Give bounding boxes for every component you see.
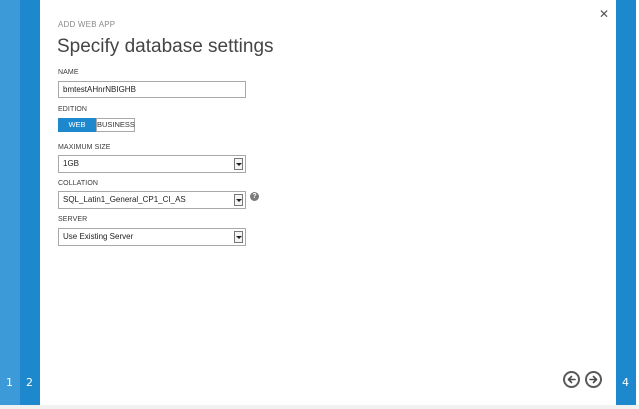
breadcrumb: ADD WEB APP — [58, 20, 116, 29]
name-field[interactable]: bmtestAHnrNBIGHB — [58, 81, 246, 98]
collation-select[interactable]: SQL_Latin1_General_CP1_CI_AS — [58, 191, 246, 209]
name-label: NAME — [58, 69, 79, 76]
step-number-4: 4 — [622, 376, 629, 389]
maximum-size-select[interactable]: 1GB — [58, 155, 246, 173]
collation-value: SQL_Latin1_General_CP1_CI_AS — [63, 195, 186, 204]
wizard-step-2-bar[interactable]: 2 — [20, 0, 40, 405]
maximum-size-value: 1GB — [63, 159, 80, 168]
collation-label: COLLATION — [58, 180, 99, 187]
server-select[interactable]: Use Existing Server — [58, 228, 246, 246]
maximum-size-label: MAXIMUM SIZE — [58, 144, 111, 151]
back-button[interactable] — [563, 371, 580, 388]
wizard-step-1-bar[interactable]: 1 — [0, 0, 20, 405]
step-number-1: 1 — [6, 376, 13, 389]
question-icon[interactable]: ? — [250, 192, 259, 201]
dropdown-arrow-icon[interactable] — [234, 231, 243, 243]
edition-web-button[interactable]: WEB — [58, 118, 96, 132]
edition-label: EDITION — [58, 106, 88, 113]
arrow-right-icon — [589, 375, 598, 384]
dropdown-arrow-icon[interactable] — [234, 194, 243, 206]
step-number-2: 2 — [26, 376, 33, 389]
server-label: SERVER — [58, 216, 88, 223]
next-button[interactable] — [585, 371, 602, 388]
arrow-left-icon — [567, 375, 576, 384]
dropdown-arrow-icon[interactable] — [234, 158, 243, 170]
bottom-border — [0, 405, 639, 409]
edition-business-button[interactable]: BUSINESS — [96, 118, 135, 132]
wizard-step-4-bar[interactable]: 4 — [616, 0, 636, 405]
page-title: Specify database settings — [57, 36, 274, 57]
close-icon[interactable]: ✕ — [598, 8, 610, 20]
server-value: Use Existing Server — [63, 232, 134, 241]
